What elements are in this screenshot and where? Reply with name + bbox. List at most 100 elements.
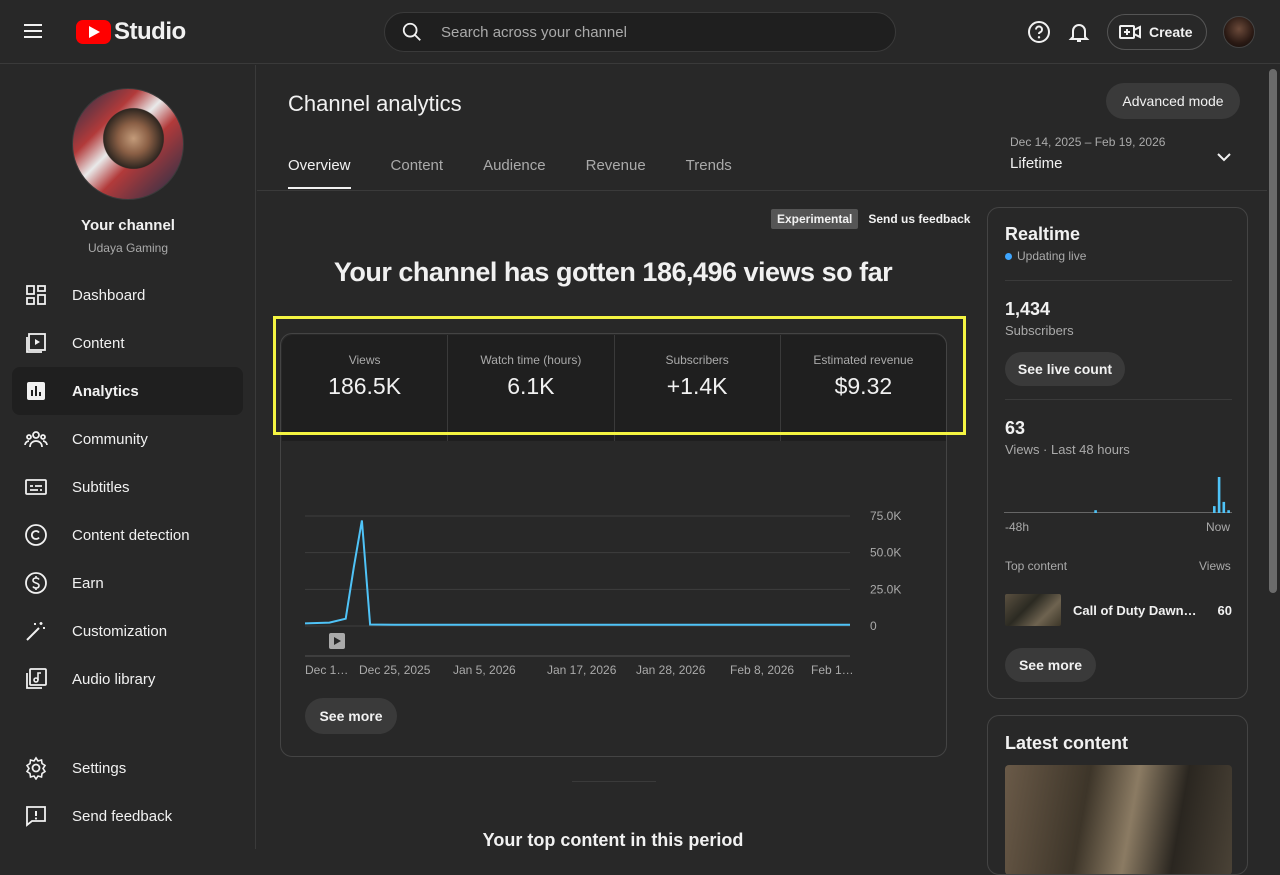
overview-card: Views 186.5K Watch time (hours) 6.1K Sub… [280, 333, 947, 757]
metric-value: 186.5K [328, 373, 402, 399]
divider [1005, 399, 1232, 400]
chevron-down-icon [1217, 153, 1231, 162]
search-input[interactable] [441, 23, 861, 41]
y-tick-label: 75.0K [870, 509, 901, 523]
x-tick-label: Feb 8, 2026 [730, 663, 794, 677]
metric-label: Subscribers [665, 353, 729, 367]
tabs-divider [257, 190, 1267, 191]
latest-content-title: Latest content [1005, 733, 1129, 753]
realtime-see-more-button[interactable]: See more [1005, 648, 1096, 682]
search-icon [402, 22, 421, 41]
video-title: Call of Duty Dawnvi… [1073, 602, 1198, 618]
sidebar-item-content[interactable]: Content [12, 319, 243, 367]
sidebar-item-community[interactable]: Community [12, 415, 243, 463]
tab-content[interactable]: Content [391, 157, 444, 191]
sidebar-item-analytics[interactable]: Analytics [12, 367, 243, 415]
realtime-views-value: 63 [1005, 418, 1026, 438]
metric-estimated-revenue[interactable]: Estimated revenue $9.32 [780, 335, 946, 441]
audio-library-icon [26, 668, 47, 689]
tab-audience[interactable]: Audience [483, 157, 546, 191]
scrollbar [1267, 65, 1280, 849]
mini-axis-start: -48h [1005, 520, 1030, 534]
mini-axis-end: Now [1206, 520, 1231, 534]
content-icon [26, 333, 46, 353]
sidebar-item-earn[interactable]: Earn [12, 559, 243, 607]
views-series-line [305, 520, 850, 626]
realtime-bar [1222, 501, 1226, 513]
advanced-mode-button[interactable]: Advanced mode [1106, 83, 1240, 119]
tab-trends[interactable]: Trends [686, 157, 732, 191]
logo-text: Studio [114, 18, 186, 45]
x-tick-label: Jan 17, 2026 [547, 663, 617, 677]
sidebar-item-label: Content detection [72, 526, 190, 544]
realtime-bar [1217, 477, 1221, 513]
menu-icon[interactable] [24, 20, 52, 44]
sidebar-item-label: Community [72, 430, 148, 448]
sidebar-item-customization[interactable]: Customization [12, 607, 243, 655]
metric-views[interactable]: Views 186.5K [282, 335, 449, 441]
x-tick-label: Jan 28, 2026 [636, 663, 706, 677]
sidebar-item-dashboard[interactable]: Dashboard [12, 271, 243, 319]
sidebar-item-label: Content [72, 334, 125, 352]
metric-label: Watch time (hours) [480, 353, 582, 367]
scrollbar-thumb[interactable] [1269, 69, 1277, 593]
sidebar-item-send-feedback[interactable]: Send feedback [12, 792, 243, 840]
realtime-card: Realtime Updating live 1,434 Subscribers… [987, 207, 1248, 699]
see-more-button[interactable]: See more [305, 698, 397, 734]
metric-subscribers[interactable]: Subscribers +1.4K [614, 335, 781, 441]
customization-icon [26, 622, 45, 641]
realtime-subscribers-value: 1,434 [1005, 299, 1051, 319]
top-content-row[interactable]: Call of Duty Dawnvi… 60 [1005, 594, 1232, 626]
create-video-icon [1119, 25, 1141, 39]
tab-revenue[interactable]: Revenue [586, 157, 646, 191]
metric-value: +1.4K [666, 373, 728, 399]
main-content: Channel analytics Advanced mode Dec 14, … [257, 65, 1267, 875]
sidebar-item-audio-library[interactable]: Audio library [12, 655, 243, 703]
sidebar-item-label: Analytics [72, 382, 139, 400]
sidebar-item-settings[interactable]: Settings [12, 744, 243, 792]
experimental-row: Experimental Send us feedback [771, 209, 970, 229]
studio-logo[interactable]: Studio [76, 17, 186, 47]
experimental-badge: Experimental [771, 209, 859, 229]
sidebar-item-subtitles[interactable]: Subtitles [12, 463, 243, 511]
date-preset-text: Lifetime [1010, 155, 1063, 172]
top-content-heading: Your top content in this period [482, 830, 744, 850]
divider [1005, 280, 1232, 281]
top-content-header: Top content [1005, 559, 1068, 573]
analytics-tabs: Overview Content Audience Revenue Trends [288, 157, 772, 191]
realtime-status: Updating live [1005, 249, 1086, 263]
account-avatar[interactable] [1223, 16, 1255, 48]
dashboard-icon [26, 285, 46, 305]
send-feedback-link[interactable]: Send us feedback [868, 212, 970, 226]
latest-content-card: Latest content [987, 715, 1248, 875]
analytics-icon [27, 382, 45, 400]
realtime-bar-chart [1004, 477, 1232, 513]
metric-watch-time[interactable]: Watch time (hours) 6.1K [448, 335, 615, 441]
realtime-status-text: Updating live [1017, 249, 1087, 263]
tab-overview[interactable]: Overview [288, 157, 351, 191]
sidebar-item-label: Audio library [72, 670, 156, 688]
x-tick-label: Dec 25, 2025 [359, 663, 431, 677]
help-icon[interactable] [1025, 18, 1053, 46]
sidebar-item-content-detection[interactable]: Content detection [12, 511, 243, 559]
sidebar-item-label: Settings [72, 759, 127, 777]
create-button[interactable]: Create [1107, 14, 1207, 50]
realtime-bar [1213, 506, 1216, 513]
see-live-count-button[interactable]: See live count [1005, 352, 1125, 386]
video-views: 60 [1217, 602, 1232, 618]
live-dot-icon [1005, 252, 1012, 260]
search-bar[interactable] [384, 12, 896, 52]
notifications-icon[interactable] [1065, 18, 1093, 46]
sidebar: Your channel Udaya Gaming Dashboard Cont… [0, 65, 256, 849]
views-line-chart: 75.0K 50.0K 25.0K 0 Dec 1… Dec 25, 2025 Jan 5,… [305, 509, 901, 677]
realtime-title: Realtime [1005, 224, 1081, 244]
latest-video-thumbnail[interactable] [1005, 765, 1232, 874]
sidebar-item-label: Customization [72, 622, 168, 640]
date-range-picker[interactable]: Dec 14, 2025 – Feb 19, 2026 Lifetime [1010, 135, 1240, 172]
gear-icon [25, 756, 47, 780]
page-title: Channel analytics [288, 91, 462, 116]
metric-value: 6.1K [507, 373, 555, 399]
y-tick-label: 0 [870, 619, 877, 633]
channel-avatar[interactable] [72, 88, 184, 200]
realtime-views-label: Views · Last 48 hours [1005, 442, 1130, 457]
